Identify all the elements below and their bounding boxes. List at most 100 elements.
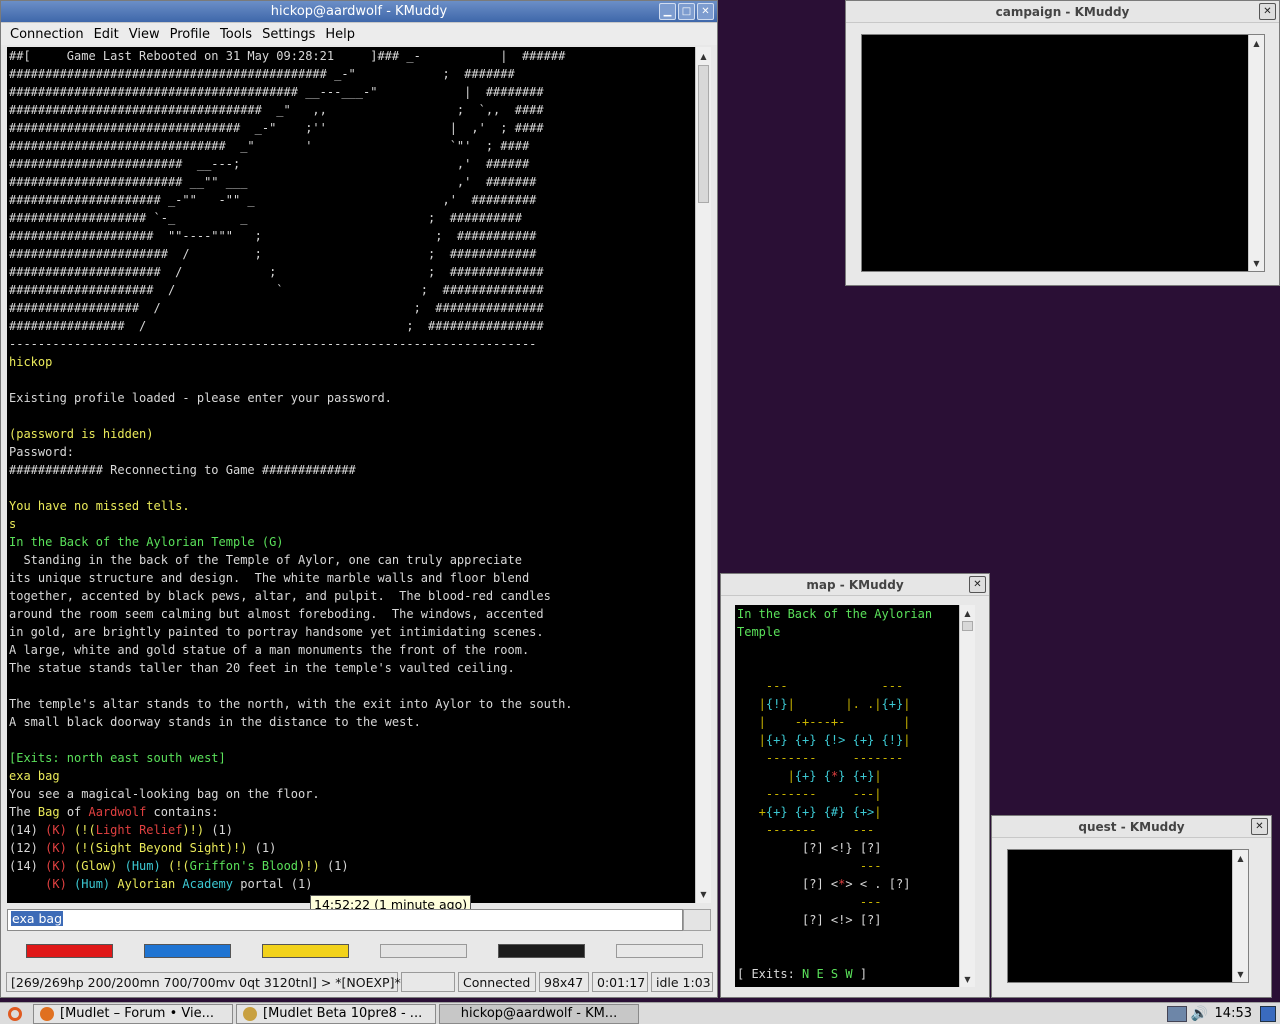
command-input[interactable]: exa bag bbox=[7, 909, 683, 931]
map-text: + bbox=[737, 805, 766, 819]
show-desktop-icon[interactable] bbox=[1260, 1005, 1276, 1022]
map-text: --- bbox=[737, 895, 882, 909]
minimize-icon[interactable]: ▁ bbox=[659, 3, 676, 20]
campaign-output[interactable]: ▲ ▼ bbox=[861, 34, 1265, 272]
map-text: | bbox=[874, 769, 882, 783]
close-icon[interactable]: ✕ bbox=[1259, 3, 1276, 20]
terminal-line: Existing profile loaded - please enter y… bbox=[9, 389, 693, 407]
map-text: | bbox=[737, 697, 766, 711]
terminal-text: (K) bbox=[45, 859, 75, 873]
main-titlebar[interactable]: hickop@aardwolf - KMuddy ▁ □ ✕ bbox=[1, 1, 717, 23]
color-swatch-yellow[interactable] bbox=[262, 944, 349, 958]
close-icon[interactable]: ✕ bbox=[969, 576, 986, 593]
color-swatch-white[interactable] bbox=[616, 944, 703, 958]
terminal-output[interactable]: ##[ Game Last Rebooted on 31 May 09:28:2… bbox=[7, 47, 695, 903]
quest-scrollbar[interactable]: ▲ ▼ bbox=[1232, 850, 1248, 982]
menu-view[interactable]: View bbox=[124, 27, 165, 42]
maximize-icon[interactable]: □ bbox=[678, 3, 695, 20]
campaign-titlebar[interactable]: campaign - KMuddy ✕ bbox=[846, 1, 1279, 23]
menu-connection[interactable]: Connection bbox=[5, 27, 89, 42]
color-swatch-red[interactable] bbox=[26, 944, 113, 958]
terminal-text: Bag bbox=[37, 805, 60, 819]
command-input-button[interactable] bbox=[683, 909, 711, 931]
map-line: | -+---+- | bbox=[737, 713, 957, 731]
terminal-line: ################ / ; ################ bbox=[9, 317, 693, 335]
map-text: ] bbox=[859, 967, 868, 981]
status-prompt: [269/269hp 200/200mn 700/700mv 0qt 3120t… bbox=[6, 972, 401, 992]
map-text: { bbox=[823, 769, 831, 783]
map-text: N E S W bbox=[802, 967, 860, 981]
menu-help[interactable]: Help bbox=[320, 27, 360, 42]
status-connection: Connected bbox=[458, 972, 536, 992]
color-swatch-blue[interactable] bbox=[144, 944, 231, 958]
color-swatch-light[interactable] bbox=[380, 944, 467, 958]
scroll-thumb[interactable] bbox=[962, 621, 973, 631]
map-window-title: map - KMuddy bbox=[806, 577, 904, 592]
campaign-scrollbar[interactable]: ▲ ▼ bbox=[1248, 35, 1264, 271]
terminal-text: its unique structure and design. The whi… bbox=[9, 571, 530, 585]
terminal-line: ----------------------------------------… bbox=[9, 335, 693, 353]
map-line bbox=[737, 659, 957, 677]
terminal-line: You have no missed tells. bbox=[9, 497, 693, 515]
terminal-line: The statue stands taller than 20 feet in… bbox=[9, 659, 693, 677]
map-titlebar[interactable]: map - KMuddy ✕ bbox=[721, 574, 989, 596]
close-icon[interactable]: ✕ bbox=[1251, 818, 1268, 835]
scroll-down-icon[interactable]: ▼ bbox=[696, 887, 711, 901]
menu-edit[interactable]: Edit bbox=[89, 27, 124, 42]
menu-settings[interactable]: Settings bbox=[257, 27, 320, 42]
terminal-text: (1) bbox=[326, 859, 349, 873]
terminal-text: (14) bbox=[9, 823, 46, 837]
taskbar-item-kmuddy[interactable]: hickop@aardwolf - KM... bbox=[439, 1003, 639, 1024]
terminal-text: #################### / ` ; #############… bbox=[9, 283, 544, 297]
menu-tools[interactable]: Tools bbox=[215, 27, 257, 42]
terminal-text: Password: bbox=[9, 445, 75, 459]
status-size: 98x47 bbox=[539, 972, 589, 992]
taskbar-item-mudlet-forum[interactable]: [Mudlet – Forum • Vie... bbox=[33, 1003, 233, 1024]
terminal-line: The temple's altar stands to the north, … bbox=[9, 695, 693, 713]
terminal-line: (password is hidden) bbox=[9, 425, 693, 443]
terminal-text: (1) bbox=[290, 877, 313, 891]
map-scrollbar[interactable]: ▲ ▼ bbox=[959, 605, 975, 987]
terminal-text: (K) bbox=[45, 877, 75, 891]
terminal-text: (password is hidden) bbox=[9, 427, 154, 441]
browser-icon bbox=[40, 1006, 54, 1021]
close-icon[interactable]: ✕ bbox=[697, 3, 714, 20]
terminal-line: A large, white and gold statue of a man … bbox=[9, 641, 693, 659]
terminal-line: ################################### _" ,… bbox=[9, 101, 693, 119]
terminal-scrollbar[interactable]: ▲ ▼ bbox=[695, 47, 711, 903]
scroll-up-icon[interactable]: ▲ bbox=[1249, 36, 1264, 50]
command-input-text: exa bag bbox=[11, 911, 64, 926]
quest-titlebar[interactable]: quest - KMuddy ✕ bbox=[992, 816, 1271, 838]
terminal-line: ############################## _" ' `"' … bbox=[9, 137, 693, 155]
scroll-down-icon[interactable]: ▼ bbox=[1233, 967, 1248, 981]
volume-icon[interactable]: 🔊 bbox=[1191, 1006, 1209, 1022]
scroll-up-icon[interactable]: ▲ bbox=[1233, 851, 1248, 865]
network-icon[interactable] bbox=[1166, 1005, 1187, 1022]
scroll-up-icon[interactable]: ▲ bbox=[960, 606, 975, 620]
map-output[interactable]: In the Back of the Aylorian Temple --- --… bbox=[735, 605, 959, 987]
campaign-window-title: campaign - KMuddy bbox=[995, 4, 1130, 19]
start-menu-icon[interactable] bbox=[0, 1004, 30, 1024]
map-text: [?] <!> [?] bbox=[737, 913, 882, 927]
terminal-line: ########################################… bbox=[9, 83, 693, 101]
terminal-text: ########################################… bbox=[9, 67, 515, 81]
scroll-thumb[interactable] bbox=[698, 65, 709, 203]
scroll-up-icon[interactable]: ▲ bbox=[696, 49, 711, 63]
terminal-line: Standing in the back of the Temple of Ay… bbox=[9, 551, 693, 569]
quest-output[interactable]: ▲ ▼ bbox=[1007, 849, 1249, 983]
terminal-text: The temple's altar stands to the north, … bbox=[9, 697, 573, 711]
scroll-down-icon[interactable]: ▼ bbox=[960, 972, 975, 986]
taskbar-item-mudlet-beta[interactable]: [Mudlet Beta 10pre8 - ... bbox=[236, 1003, 436, 1024]
map-line bbox=[737, 947, 957, 965]
scroll-down-icon[interactable]: ▼ bbox=[1249, 256, 1264, 270]
terminal-line: ########################################… bbox=[9, 65, 693, 83]
color-swatch-black[interactable] bbox=[498, 944, 585, 958]
terminal-text: Aardwolf bbox=[88, 805, 147, 819]
terminal-line: s bbox=[9, 515, 693, 533]
menu-profile[interactable]: Profile bbox=[165, 27, 215, 42]
terminal-text: (Hum) bbox=[124, 859, 168, 873]
terminal-text: of bbox=[59, 805, 89, 819]
